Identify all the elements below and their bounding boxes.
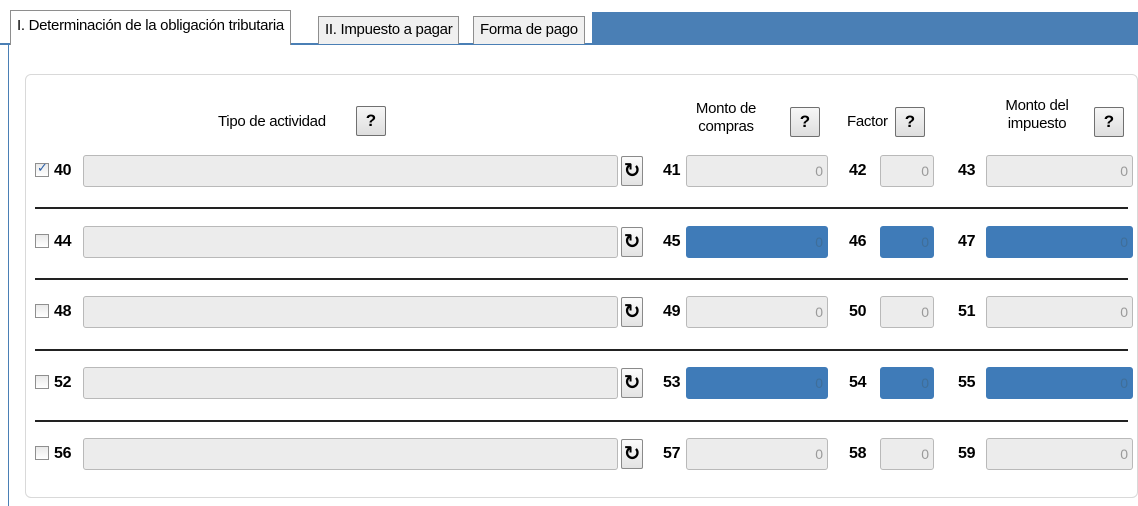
row-checkbox[interactable]	[35, 446, 49, 460]
monto-impuesto-field[interactable]: 0	[986, 226, 1133, 258]
activity-type-field[interactable]	[83, 367, 618, 399]
activity-row-1: 40 ↻ 41 0 42 0 43 0	[0, 155, 1138, 187]
activity-type-field[interactable]	[83, 296, 618, 328]
row-separator	[35, 278, 1128, 280]
tab-bar: I. Determinación de la obligación tribut…	[0, 0, 1138, 45]
line-number: 52	[54, 374, 72, 391]
impuesto-line-number: 59	[958, 445, 976, 462]
help-monto-compras-button[interactable]: ?	[790, 107, 820, 137]
header-monto-impuesto: Monto del impuesto	[993, 97, 1081, 133]
compras-line-number: 49	[663, 303, 681, 320]
tab-determinacion[interactable]: I. Determinación de la obligación tribut…	[10, 10, 291, 45]
line-number: 44	[54, 233, 72, 250]
activity-type-field[interactable]	[83, 155, 618, 187]
tab-forma-de-pago[interactable]: Forma de pago	[473, 16, 585, 44]
compras-line-number: 53	[663, 374, 681, 391]
impuesto-line-number: 43	[958, 162, 976, 179]
row-checkbox[interactable]	[35, 304, 49, 318]
refresh-icon[interactable]: ↻	[621, 156, 643, 186]
factor-field[interactable]: 0	[880, 367, 934, 399]
header-monto-compras-line2: compras	[698, 118, 754, 135]
monto-impuesto-field[interactable]: 0	[986, 438, 1133, 470]
factor-field[interactable]: 0	[880, 438, 934, 470]
factor-field[interactable]: 0	[880, 226, 934, 258]
header-monto-impuesto-line2: impuesto	[1007, 115, 1067, 132]
factor-line-number: 46	[849, 233, 867, 250]
help-monto-impuesto-button[interactable]: ?	[1094, 107, 1124, 137]
activity-row-5: 56 ↻ 57 0 58 0 59 0	[0, 438, 1138, 470]
help-tipo-button[interactable]: ?	[356, 106, 386, 136]
activity-row-3: 48 ↻ 49 0 50 0 51 0	[0, 296, 1138, 328]
tab-impuesto-a-pagar[interactable]: II. Impuesto a pagar	[318, 16, 460, 44]
row-checkbox[interactable]	[35, 375, 49, 389]
line-number: 56	[54, 445, 72, 462]
obligation-panel	[25, 74, 1138, 498]
compras-line-number: 41	[663, 162, 681, 179]
refresh-icon[interactable]: ↻	[621, 439, 643, 469]
tab-bar-fill	[592, 12, 1138, 44]
row-separator	[35, 420, 1128, 422]
header-tipo-actividad: Tipo de actividad	[218, 113, 326, 130]
header-monto-compras-line1: Monto de	[695, 100, 757, 117]
header-monto-compras: Monto de compras	[682, 100, 770, 136]
activity-type-field[interactable]	[83, 226, 618, 258]
refresh-icon[interactable]: ↻	[621, 368, 643, 398]
row-checkbox[interactable]	[35, 161, 49, 177]
row-separator	[35, 207, 1128, 209]
monto-compras-field[interactable]: 0	[686, 155, 828, 187]
header-monto-impuesto-line1: Monto del	[1005, 97, 1069, 114]
factor-line-number: 42	[849, 162, 867, 179]
activity-row-2: 44 ↻ 45 0 46 0 47 0	[0, 226, 1138, 258]
line-number: 40	[54, 162, 72, 179]
impuesto-line-number: 47	[958, 233, 976, 250]
monto-compras-field[interactable]: 0	[686, 226, 828, 258]
row-checkbox[interactable]	[35, 234, 49, 248]
monto-compras-field[interactable]: 0	[686, 296, 828, 328]
row-separator	[35, 349, 1128, 351]
factor-line-number: 50	[849, 303, 867, 320]
factor-line-number: 54	[849, 374, 867, 391]
monto-impuesto-field[interactable]: 0	[986, 367, 1133, 399]
monto-compras-field[interactable]: 0	[686, 438, 828, 470]
refresh-icon[interactable]: ↻	[621, 297, 643, 327]
monto-compras-field[interactable]: 0	[686, 367, 828, 399]
refresh-icon[interactable]: ↻	[621, 227, 643, 257]
line-number: 48	[54, 303, 72, 320]
factor-field[interactable]: 0	[880, 155, 934, 187]
activity-row-4: 52 ↻ 53 0 54 0 55 0	[0, 367, 1138, 399]
factor-line-number: 58	[849, 445, 867, 462]
content-left-border	[8, 45, 9, 506]
compras-line-number: 45	[663, 233, 681, 250]
factor-field[interactable]: 0	[880, 296, 934, 328]
monto-impuesto-field[interactable]: 0	[986, 155, 1133, 187]
monto-impuesto-field[interactable]: 0	[986, 296, 1133, 328]
help-factor-button[interactable]: ?	[895, 107, 925, 137]
impuesto-line-number: 55	[958, 374, 976, 391]
compras-line-number: 57	[663, 445, 681, 462]
activity-type-field[interactable]	[83, 438, 618, 470]
header-factor: Factor	[847, 113, 888, 130]
impuesto-line-number: 51	[958, 303, 976, 320]
